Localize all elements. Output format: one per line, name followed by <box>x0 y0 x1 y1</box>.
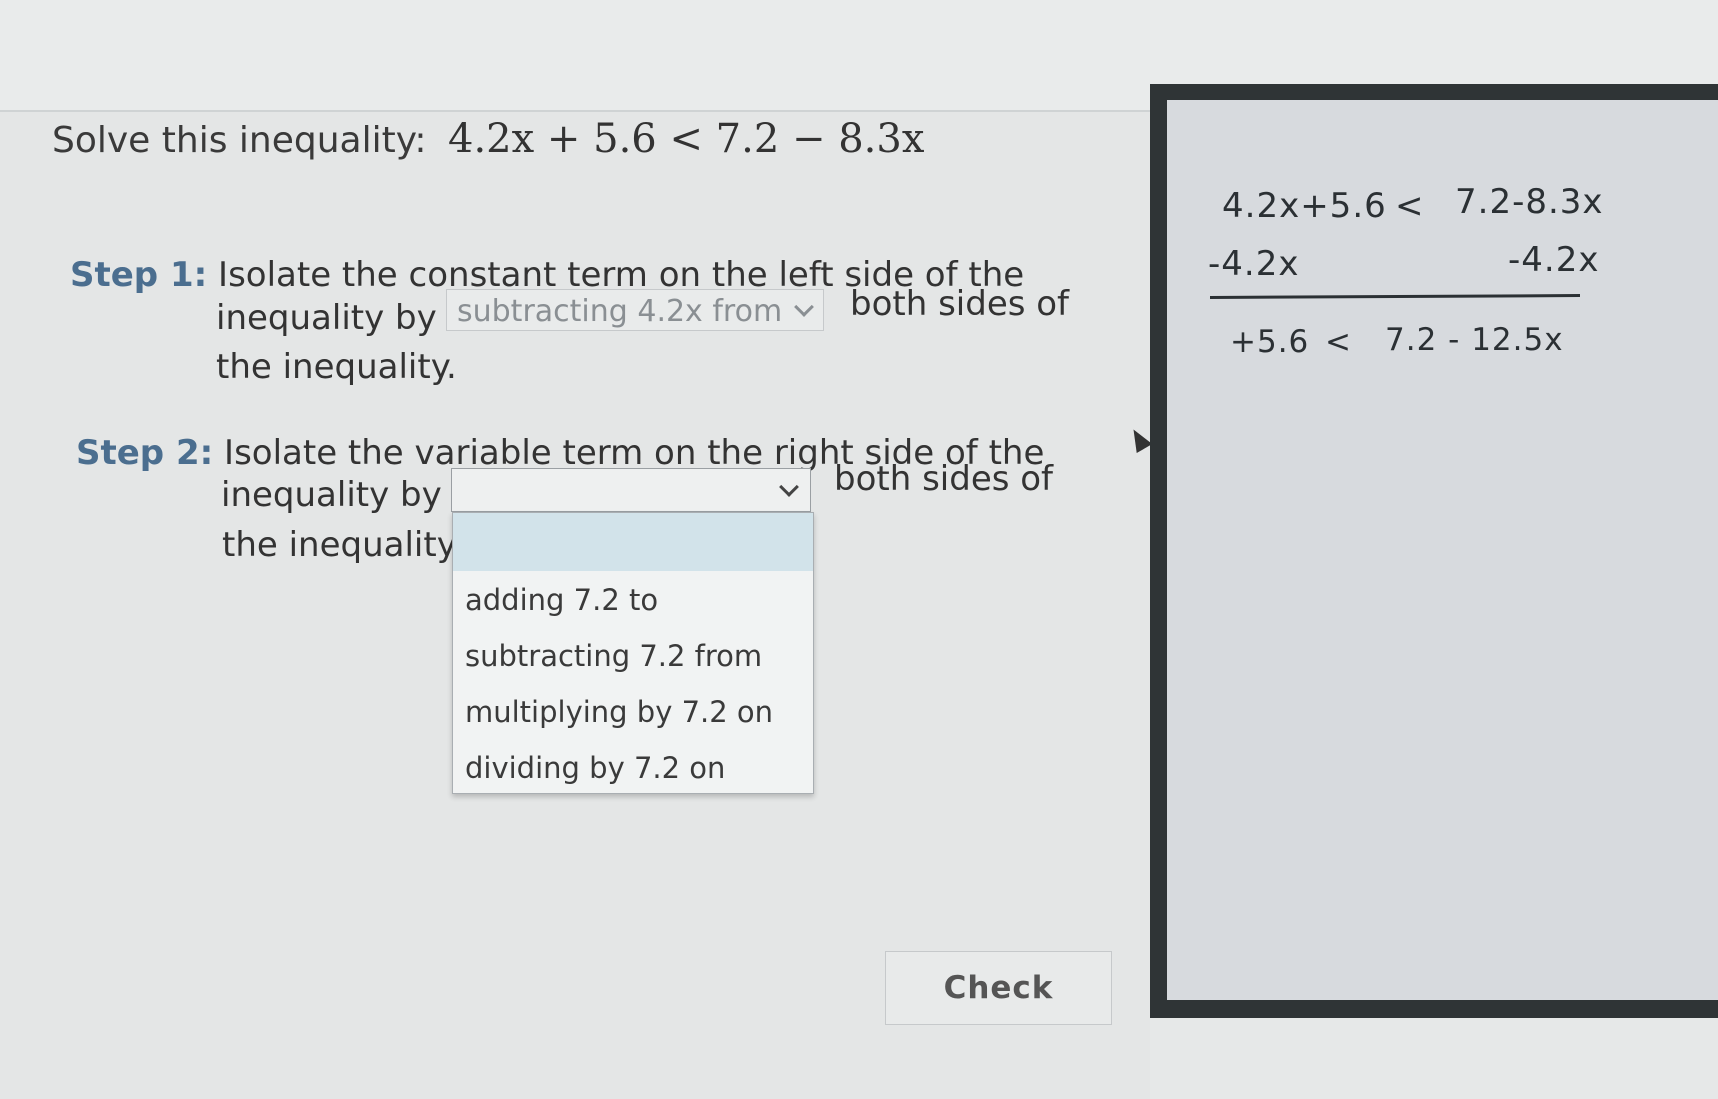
scratch-work-area[interactable] <box>1167 100 1718 1000</box>
step2-line3: the inequality <box>222 525 457 565</box>
step2-select[interactable] <box>451 468 811 512</box>
chevron-down-icon <box>794 297 814 317</box>
question-prompt: Solve this inequality: 4.2x + 5.6 < 7.2 … <box>52 116 924 162</box>
hw-line1-right: 7.2-8.3x <box>1455 182 1604 222</box>
hw-line3-left: +5.6 <box>1230 324 1310 360</box>
question-label: Solve this inequality: <box>52 120 427 161</box>
hw-line2-left: -4.2x <box>1208 244 1300 284</box>
step2-line2-prefix: inequality by <box>221 475 442 515</box>
hw-line2-right: -4.2x <box>1508 240 1600 280</box>
step1-label: Step 1: <box>70 255 208 295</box>
step1-line2-suffix: both sides of <box>850 284 1070 324</box>
dropdown-option-adding[interactable]: adding 7.2 to <box>465 583 658 617</box>
chevron-down-icon <box>779 477 799 497</box>
step2-line2-suffix: both sides of <box>834 459 1054 499</box>
step2-label: Step 2: <box>76 433 214 473</box>
step1-select-value: subtracting 4.2x from <box>457 294 783 329</box>
question-inequality: 4.2x + 5.6 < 7.2 − 8.3x <box>448 116 925 162</box>
step2-dropdown-list: adding 7.2 to subtracting 7.2 from multi… <box>452 512 814 794</box>
check-button[interactable]: Check <box>885 951 1112 1025</box>
dropdown-option-dividing[interactable]: dividing by 7.2 on <box>465 751 725 785</box>
hw-line1-op: < <box>1395 186 1425 226</box>
step1-select[interactable]: subtracting 4.2x from <box>446 289 824 331</box>
step1-line2-prefix: inequality by <box>216 298 437 338</box>
step1-line3: the inequality. <box>216 347 457 387</box>
hw-line3-op: < <box>1325 324 1352 360</box>
dropdown-option-multiplying[interactable]: multiplying by 7.2 on <box>465 695 773 729</box>
dropdown-option-subtracting[interactable]: subtracting 7.2 from <box>465 639 762 673</box>
hw-line1-left: 4.2x+5.6 <box>1222 186 1387 226</box>
dropdown-option-blank[interactable] <box>453 513 813 571</box>
hw-line3-right: 7.2 - 12.5x <box>1385 322 1564 358</box>
